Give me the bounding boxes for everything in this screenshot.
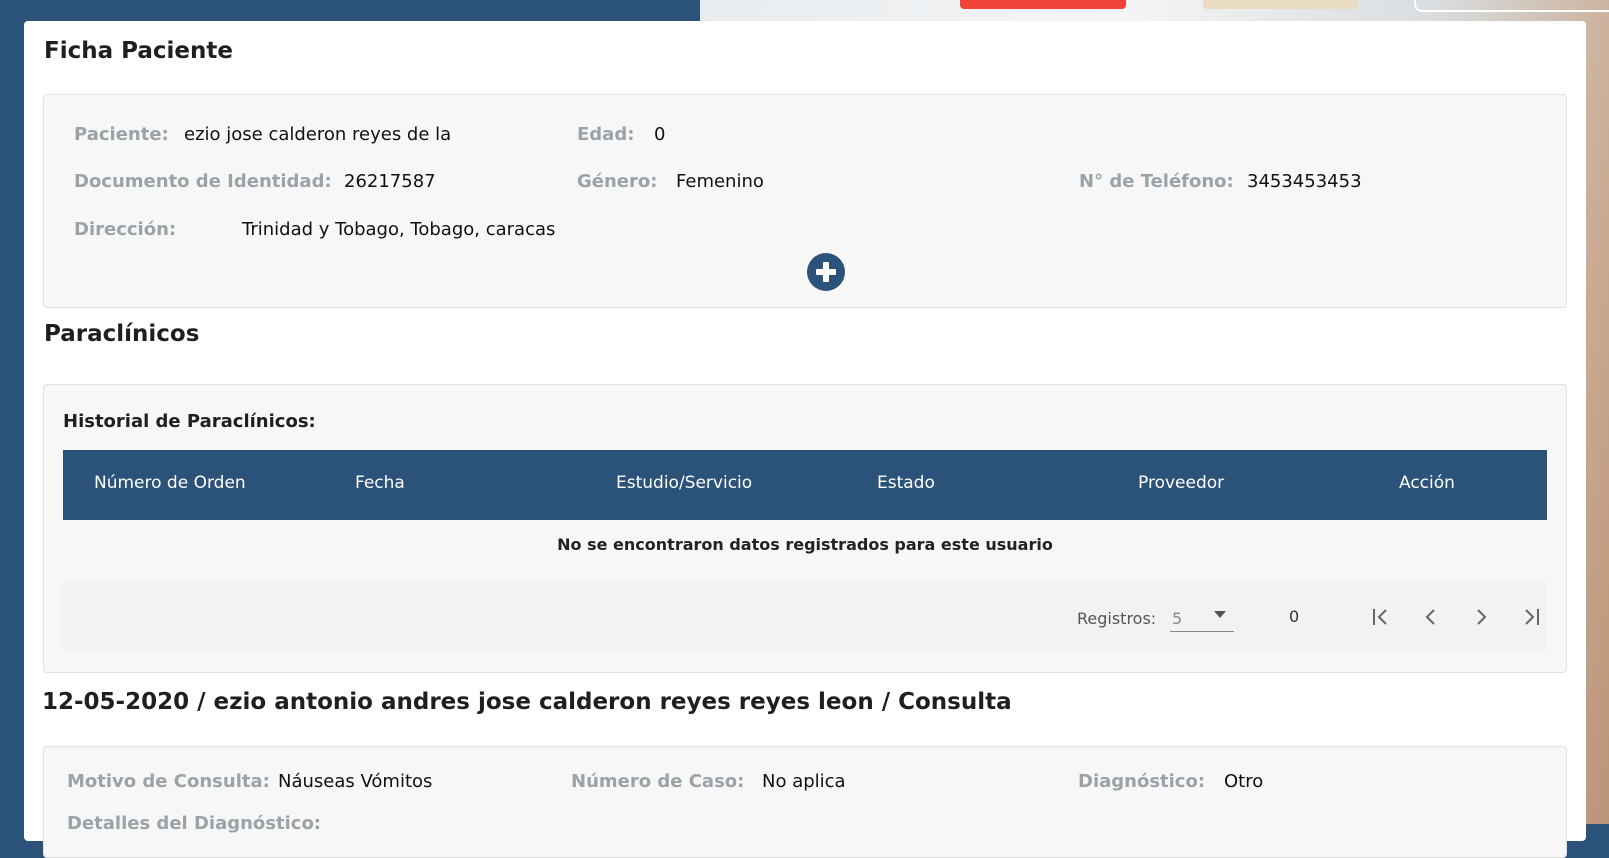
doc-value: 26217587 <box>344 171 436 192</box>
first-page-icon <box>1373 609 1387 625</box>
top-outline-button[interactable] <box>1414 0 1609 12</box>
patient-card-title: Ficha Paciente <box>44 38 233 64</box>
reason-label: Motivo de Consulta: <box>67 771 270 792</box>
next-page-icon <box>1477 609 1487 625</box>
prev-page-icon <box>1425 609 1435 625</box>
diagnosis-label: Diagnóstico: <box>1078 771 1206 792</box>
patient-label: Paciente: <box>74 124 169 145</box>
column-header-action[interactable]: Acción <box>1399 473 1455 493</box>
address-label: Dirección: <box>74 219 177 240</box>
main-card: Ficha Paciente Paciente: ezio jose calde… <box>24 21 1586 858</box>
phone-value: 3453453453 <box>1247 171 1362 192</box>
paraclinicos-panel: Historial de Paraclínicos: Número de Ord… <box>43 384 1567 673</box>
page-size-select[interactable]: 5 <box>1170 605 1234 632</box>
doc-label: Documento de Identidad: <box>74 171 332 192</box>
patient-info-panel: Paciente: ezio jose calderon reyes de la… <box>43 94 1567 308</box>
column-header-order[interactable]: Número de Orden <box>94 473 246 493</box>
column-header-study[interactable]: Estudio/Servicio <box>616 473 752 493</box>
consulta-title: 12-05-2020 / ezio antonio andres jose ca… <box>42 689 1012 715</box>
column-header-date[interactable]: Fecha <box>355 473 405 493</box>
case-label: Número de Caso: <box>571 771 745 792</box>
patient-value: ezio jose calderon reyes de la <box>184 124 452 145</box>
page-size-value: 5 <box>1172 609 1183 628</box>
last-page-icon <box>1525 609 1539 625</box>
column-header-status[interactable]: Estado <box>877 473 935 493</box>
table-pagination: Registros: 5 0 <box>63 581 1547 651</box>
add-info-button[interactable] <box>807 253 845 291</box>
table-header: Número de Orden Fecha Estudio/Servicio E… <box>63 450 1547 520</box>
next-page-button[interactable] <box>1469 605 1493 629</box>
phone-label: N° de Teléfono: <box>1079 171 1234 192</box>
reason-value: Náuseas Vómitos <box>278 771 433 792</box>
chevron-down-icon <box>1214 611 1226 618</box>
consulta-panel: Motivo de Consulta: Náuseas Vómitos Núme… <box>43 746 1567 858</box>
address-value: Trinidad y Tobago, Tobago, caracas <box>242 219 556 240</box>
age-value: 0 <box>654 124 666 145</box>
records-count: 0 <box>1289 607 1300 626</box>
age-label: Edad: <box>577 124 635 145</box>
gender-value: Femenino <box>676 171 764 192</box>
case-value: No aplica <box>762 771 846 792</box>
history-title: Historial de Paraclínicos: <box>63 411 316 432</box>
last-page-button[interactable] <box>1519 605 1543 629</box>
diagnosis-value: Otro <box>1224 771 1264 792</box>
prev-page-button[interactable] <box>1419 605 1443 629</box>
empty-table-message: No se encontraron datos registrados para… <box>557 535 1053 554</box>
top-red-button[interactable] <box>960 0 1126 9</box>
top-beige-button[interactable] <box>1203 0 1358 9</box>
records-label: Registros: <box>1077 609 1157 628</box>
column-header-provider[interactable]: Proveedor <box>1138 473 1224 493</box>
first-page-button[interactable] <box>1369 605 1393 629</box>
paraclinicos-title: Paraclínicos <box>44 321 200 347</box>
gender-label: Género: <box>577 171 658 192</box>
